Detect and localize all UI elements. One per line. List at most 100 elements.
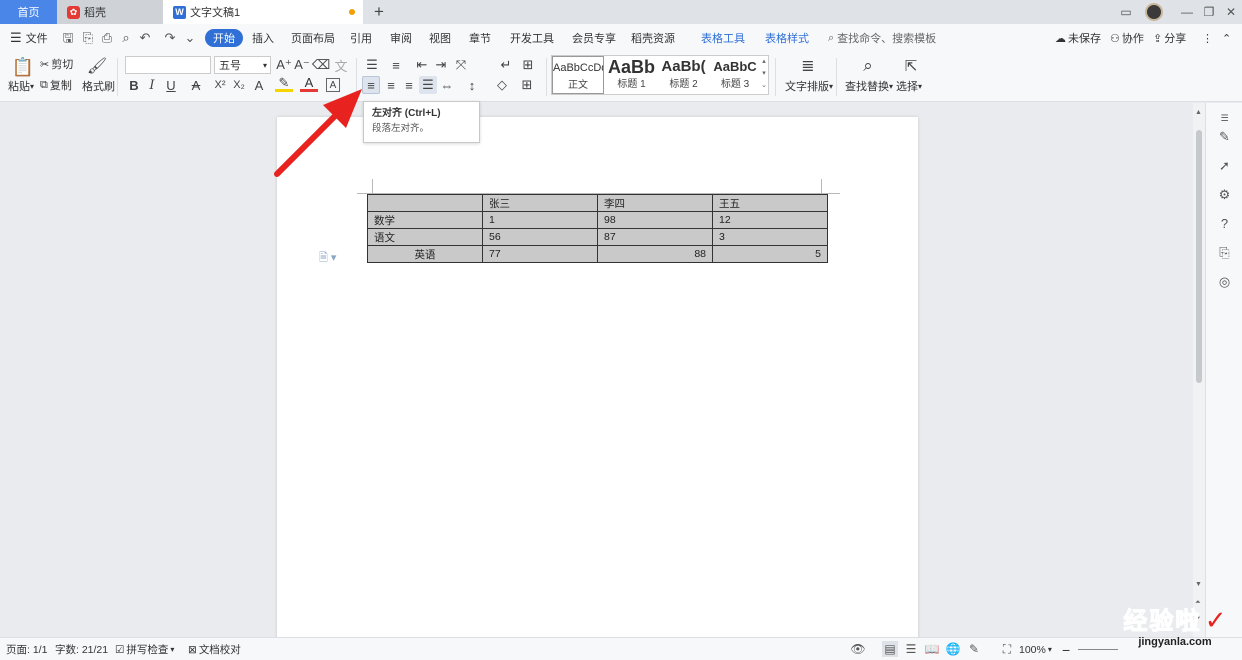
menu-member[interactable]: 会员专享 (572, 24, 616, 52)
menu-review[interactable]: 审阅 (390, 24, 412, 52)
document-workspace[interactable]: 张三 李四 王五 数学 1 98 12 语文 56 87 3 英语 77 88 … (0, 103, 1205, 647)
word-count[interactable]: 字数: 21/21 (55, 638, 108, 660)
close-button[interactable]: ✕ (1218, 0, 1242, 24)
scrollbar-thumb[interactable] (1196, 130, 1202, 383)
text-layout-button[interactable]: 文字排版 ▾ (785, 79, 833, 93)
font-color-icon[interactable]: A (300, 75, 318, 92)
shrink-font-icon[interactable]: A⁻ (293, 56, 311, 74)
underline-icon[interactable]: U (162, 76, 180, 94)
find-replace-button[interactable]: 查找替换 ▾ (845, 79, 893, 93)
location-icon[interactable]: ◎ (1216, 273, 1233, 290)
table-cell[interactable]: 88 (597, 245, 713, 263)
zoom-slider[interactable] (1078, 649, 1118, 650)
table-cell[interactable]: 56 (482, 228, 598, 246)
style-gallery-scroll-icon[interactable]: ▴ ▾ ⌄ (760, 56, 768, 94)
subscript-icon[interactable]: X₂ (230, 76, 248, 94)
menu-table-tools[interactable]: 表格工具 (701, 24, 745, 52)
vertical-scrollbar[interactable]: ▲ ▼ ⏶ ⏷ (1193, 103, 1205, 637)
eye-protection-icon[interactable]: 👁 (850, 641, 866, 657)
cut-button[interactable]: ✂ 剪切 (40, 56, 73, 72)
shading-icon[interactable]: ◇ (493, 76, 511, 94)
table-cell[interactable]: 张三 (482, 194, 598, 212)
text-effect-icon[interactable]: A (250, 76, 268, 94)
table-cell[interactable]: 98 (597, 211, 713, 229)
distributed-align-icon[interactable]: ⇔ (438, 76, 456, 94)
new-tab-button[interactable]: + (370, 2, 388, 22)
font-size-select[interactable]: 五号 ▾ (214, 56, 271, 74)
table-cell[interactable]: 5 (712, 245, 828, 263)
strikethrough-icon[interactable]: A (187, 76, 205, 94)
align-center-icon[interactable]: ≡ (382, 76, 400, 94)
tab-daoke[interactable]: ✿ 稻壳 (57, 0, 163, 24)
web-view-icon[interactable]: 🌐 (945, 641, 961, 657)
table-cell[interactable]: 77 (482, 245, 598, 263)
table-cell[interactable]: 李四 (597, 194, 713, 212)
write-view-icon[interactable]: ✎ (966, 641, 982, 657)
fit-page-icon[interactable]: ⛶ (999, 641, 1015, 657)
menu-chapter[interactable]: 章节 (469, 24, 491, 52)
collaborate-button[interactable]: ⚇ 协作 (1110, 24, 1144, 52)
select-arrow-icon[interactable]: ➚ (1216, 157, 1233, 174)
bullet-list-icon[interactable]: ☰ (363, 56, 381, 74)
save-icon[interactable]: 🖫 (60, 30, 76, 46)
chinese-layout-icon[interactable]: ⤧ (452, 56, 470, 74)
table-cell[interactable] (367, 194, 483, 212)
unsaved-button[interactable]: ☁ 未保存 (1055, 24, 1101, 52)
menu-developer[interactable]: 开发工具 (510, 24, 554, 52)
show-marks-icon[interactable]: ↵ (497, 56, 515, 74)
menu-start[interactable]: 开始 (205, 29, 243, 47)
tab-home[interactable]: 首页 (0, 0, 57, 24)
table-cell[interactable]: 87 (597, 228, 713, 246)
format-painter-button[interactable]: 格式刷 (82, 79, 115, 93)
table-cell[interactable]: 英语 (367, 245, 483, 263)
style-heading-2[interactable]: AaBb( 标题 2 (658, 56, 709, 94)
grow-font-icon[interactable]: A⁺ (275, 56, 293, 74)
command-search[interactable]: ⌕ 查找命令、搜索模板 (828, 24, 936, 52)
menu-daoke-resources[interactable]: 稻壳资源 (631, 24, 675, 52)
select-button[interactable]: 选择 ▾ (896, 79, 922, 93)
borders-icon[interactable]: ⊞ (518, 76, 536, 94)
doc-tools-icon[interactable]: ⎘ (1216, 244, 1233, 261)
table-cell[interactable]: 3 (712, 228, 828, 246)
layout-switch-icon[interactable]: ▭ (1113, 0, 1139, 24)
data-table[interactable]: 张三 李四 王五 数学 1 98 12 语文 56 87 3 英语 77 88 … (367, 194, 828, 263)
paste-options-icon[interactable]: 🗎 ▾ (319, 249, 336, 268)
menu-insert[interactable]: 插入 (252, 24, 274, 52)
zoom-level[interactable]: 100% ▾ (1019, 638, 1052, 660)
quick-access-dropdown-icon[interactable]: ⌄ (182, 30, 198, 46)
page-indicator[interactable]: 页面: 1/1 (6, 638, 47, 660)
increase-indent-icon[interactable]: ⇥ (432, 56, 450, 74)
highlight-icon[interactable]: ✎ (275, 75, 293, 92)
justify-icon[interactable]: ☰ (419, 76, 437, 94)
scroll-up-icon[interactable]: ▲ (1195, 109, 1202, 116)
table-cell[interactable]: 1 (482, 211, 598, 229)
paste-icon[interactable]: 📋 (12, 56, 34, 78)
file-menu[interactable]: ☰ 文件 (10, 24, 48, 52)
edit-pen-icon[interactable]: ✎ (1216, 128, 1233, 145)
copy-button[interactable]: ⧉ 复制 (40, 77, 72, 93)
style-heading-3[interactable]: AaBbC 标题 3 (710, 56, 760, 94)
panel-menu-icon[interactable]: ☰ (1216, 110, 1233, 127)
export-pdf-icon[interactable]: ⎘ (80, 30, 96, 46)
avatar[interactable] (1145, 3, 1163, 21)
redo-icon[interactable]: ↷ (162, 30, 178, 46)
style-heading-1[interactable]: AaBb 标题 1 (606, 56, 657, 94)
table-cell[interactable]: 12 (712, 211, 828, 229)
table-cell[interactable]: 王五 (712, 194, 828, 212)
more-menu-icon[interactable]: ⋮ (1202, 24, 1213, 52)
zoom-out-button[interactable]: − (1062, 638, 1070, 660)
format-painter-icon[interactable]: 🖌 (87, 56, 107, 76)
superscript-icon[interactable]: X² (211, 76, 229, 94)
numbered-list-icon[interactable]: ≡ (387, 56, 405, 74)
page-view-icon[interactable]: ▤ (882, 641, 898, 657)
clear-format-icon[interactable]: ⌫ (312, 56, 330, 74)
paste-button[interactable]: 粘贴 ▾ (8, 79, 34, 93)
table-cell[interactable]: 语文 (367, 228, 483, 246)
align-left-icon[interactable]: ≡ (362, 76, 380, 94)
reading-view-icon[interactable]: 📖 (924, 641, 940, 657)
help-icon[interactable]: ? (1216, 215, 1233, 232)
print-icon[interactable]: ⎙ (99, 30, 115, 46)
text-layout-icon[interactable]: ≣ (797, 55, 819, 77)
decrease-indent-icon[interactable]: ⇤ (413, 56, 431, 74)
pinyin-guide-icon[interactable]: 文 (332, 56, 350, 74)
